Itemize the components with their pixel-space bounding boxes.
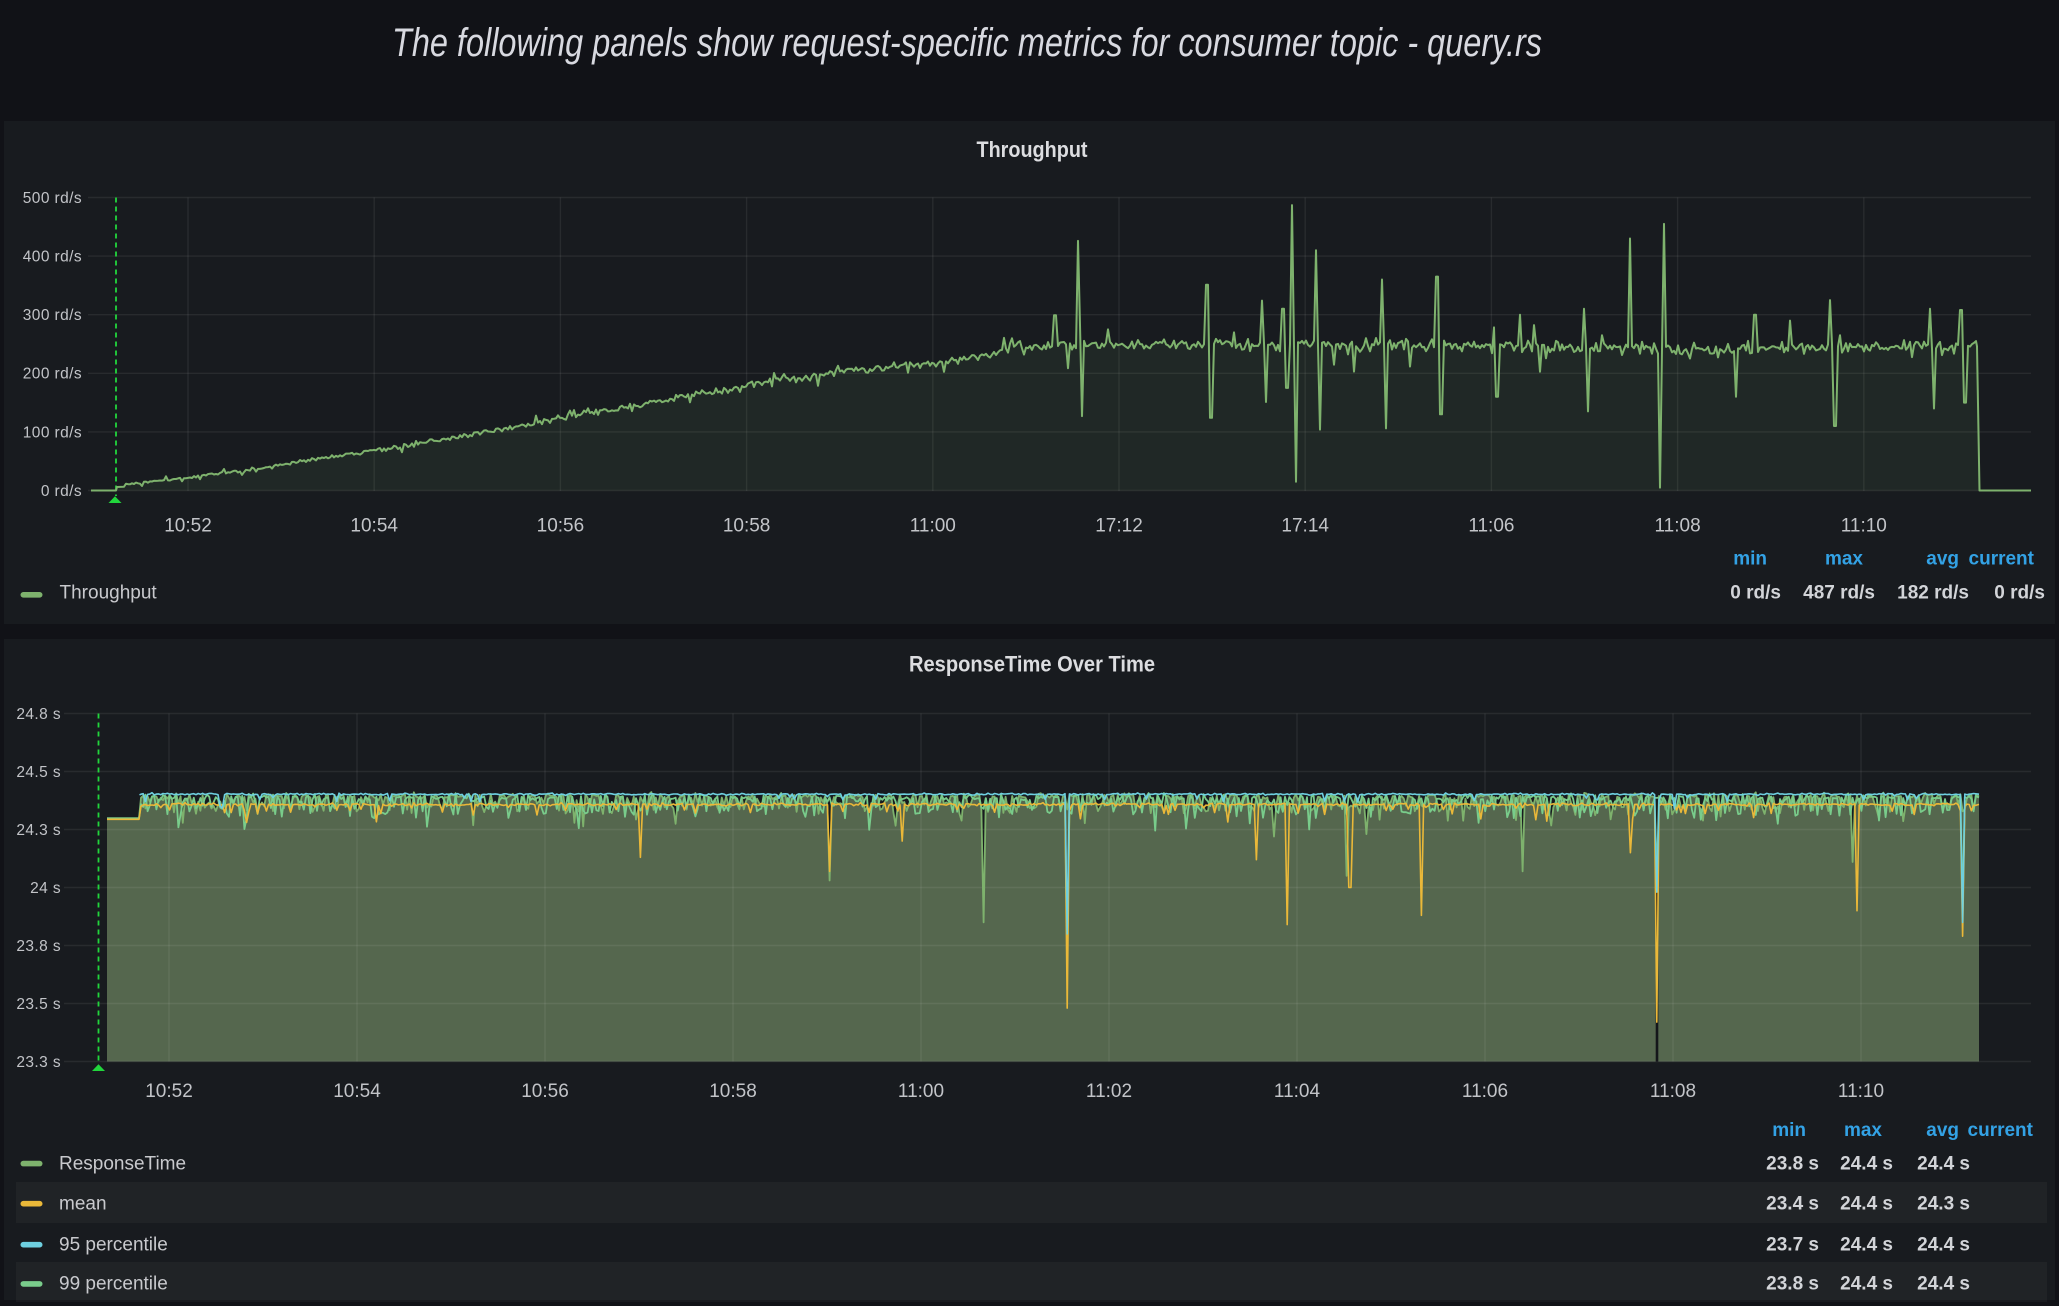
svg-text:11:08: 11:08 <box>1655 516 1701 537</box>
svg-text:24.4 s: 24.4 s <box>1917 1234 1970 1255</box>
svg-text:17:14: 17:14 <box>1281 516 1329 537</box>
svg-text:23.8 s: 23.8 s <box>1766 1274 1819 1295</box>
svg-text:99 percentile: 99 percentile <box>59 1274 168 1295</box>
svg-text:10:52: 10:52 <box>164 516 212 537</box>
svg-text:24.4 s: 24.4 s <box>1840 1234 1893 1255</box>
svg-text:11:00: 11:00 <box>910 516 956 537</box>
svg-text:23.7 s: 23.7 s <box>1766 1234 1819 1255</box>
svg-text:Throughput: Throughput <box>977 137 1089 162</box>
svg-text:min: min <box>1772 1120 1806 1141</box>
svg-text:11:06: 11:06 <box>1462 1081 1508 1102</box>
svg-text:10:58: 10:58 <box>723 516 771 537</box>
svg-text:10:54: 10:54 <box>333 1081 381 1102</box>
svg-text:10:52: 10:52 <box>145 1081 193 1102</box>
svg-text:24.4 s: 24.4 s <box>1917 1153 1970 1174</box>
svg-text:24.5 s: 24.5 s <box>16 764 61 781</box>
svg-text:11:10: 11:10 <box>1838 1081 1884 1102</box>
svg-text:11:08: 11:08 <box>1650 1081 1696 1102</box>
svg-text:Throughput: Throughput <box>60 583 158 604</box>
svg-text:11:04: 11:04 <box>1274 1081 1321 1102</box>
svg-text:current: current <box>1969 549 2035 570</box>
svg-text:23.3 s: 23.3 s <box>16 1054 61 1071</box>
svg-text:24.3 s: 24.3 s <box>16 822 61 839</box>
svg-text:max: max <box>1825 549 1863 570</box>
svg-text:max: max <box>1844 1120 1882 1141</box>
svg-text:23.8 s: 23.8 s <box>16 938 61 955</box>
svg-text:current: current <box>1968 1120 2034 1141</box>
svg-text:182 rd/s: 182 rd/s <box>1897 583 1969 604</box>
svg-text:24.8 s: 24.8 s <box>16 706 61 723</box>
svg-text:23.8 s: 23.8 s <box>1766 1153 1819 1174</box>
svg-text:500 rd/s: 500 rd/s <box>23 190 82 207</box>
svg-text:11:06: 11:06 <box>1468 516 1514 537</box>
svg-text:300 rd/s: 300 rd/s <box>23 307 82 324</box>
svg-text:400 rd/s: 400 rd/s <box>23 249 82 266</box>
svg-text:10:56: 10:56 <box>521 1081 569 1102</box>
svg-text:11:02: 11:02 <box>1086 1081 1132 1102</box>
svg-text:avg: avg <box>1926 549 1959 570</box>
svg-text:0 rd/s: 0 rd/s <box>1994 583 2045 604</box>
svg-text:avg: avg <box>1926 1120 1959 1141</box>
svg-text:ResponseTime: ResponseTime <box>59 1153 186 1174</box>
svg-text:23.4 s: 23.4 s <box>1766 1193 1819 1214</box>
svg-text:100 rd/s: 100 rd/s <box>23 424 82 441</box>
svg-text:ResponseTime Over Time: ResponseTime Over Time <box>909 652 1155 677</box>
svg-text:95 percentile: 95 percentile <box>59 1234 168 1255</box>
svg-text:mean: mean <box>59 1193 107 1214</box>
svg-text:24.4 s: 24.4 s <box>1840 1193 1893 1214</box>
svg-text:10:56: 10:56 <box>537 516 585 537</box>
svg-text:0 rd/s: 0 rd/s <box>41 483 82 500</box>
svg-text:10:58: 10:58 <box>709 1081 757 1102</box>
svg-text:10:54: 10:54 <box>350 516 398 537</box>
svg-text:0 rd/s: 0 rd/s <box>1730 583 1781 604</box>
svg-text:24.4 s: 24.4 s <box>1840 1274 1893 1295</box>
svg-text:min: min <box>1733 549 1767 570</box>
svg-text:24 s: 24 s <box>30 880 61 897</box>
svg-text:23.5 s: 23.5 s <box>16 996 61 1013</box>
svg-text:The following panels show requ: The following panels show request-specif… <box>392 21 1542 65</box>
svg-text:11:10: 11:10 <box>1841 516 1887 537</box>
svg-text:24.3 s: 24.3 s <box>1917 1193 1970 1214</box>
svg-text:487 rd/s: 487 rd/s <box>1803 583 1875 604</box>
svg-text:17:12: 17:12 <box>1095 516 1143 537</box>
svg-text:24.4 s: 24.4 s <box>1840 1153 1893 1174</box>
svg-text:11:00: 11:00 <box>898 1081 944 1102</box>
svg-text:24.4 s: 24.4 s <box>1917 1274 1970 1295</box>
svg-text:200 rd/s: 200 rd/s <box>23 366 82 383</box>
